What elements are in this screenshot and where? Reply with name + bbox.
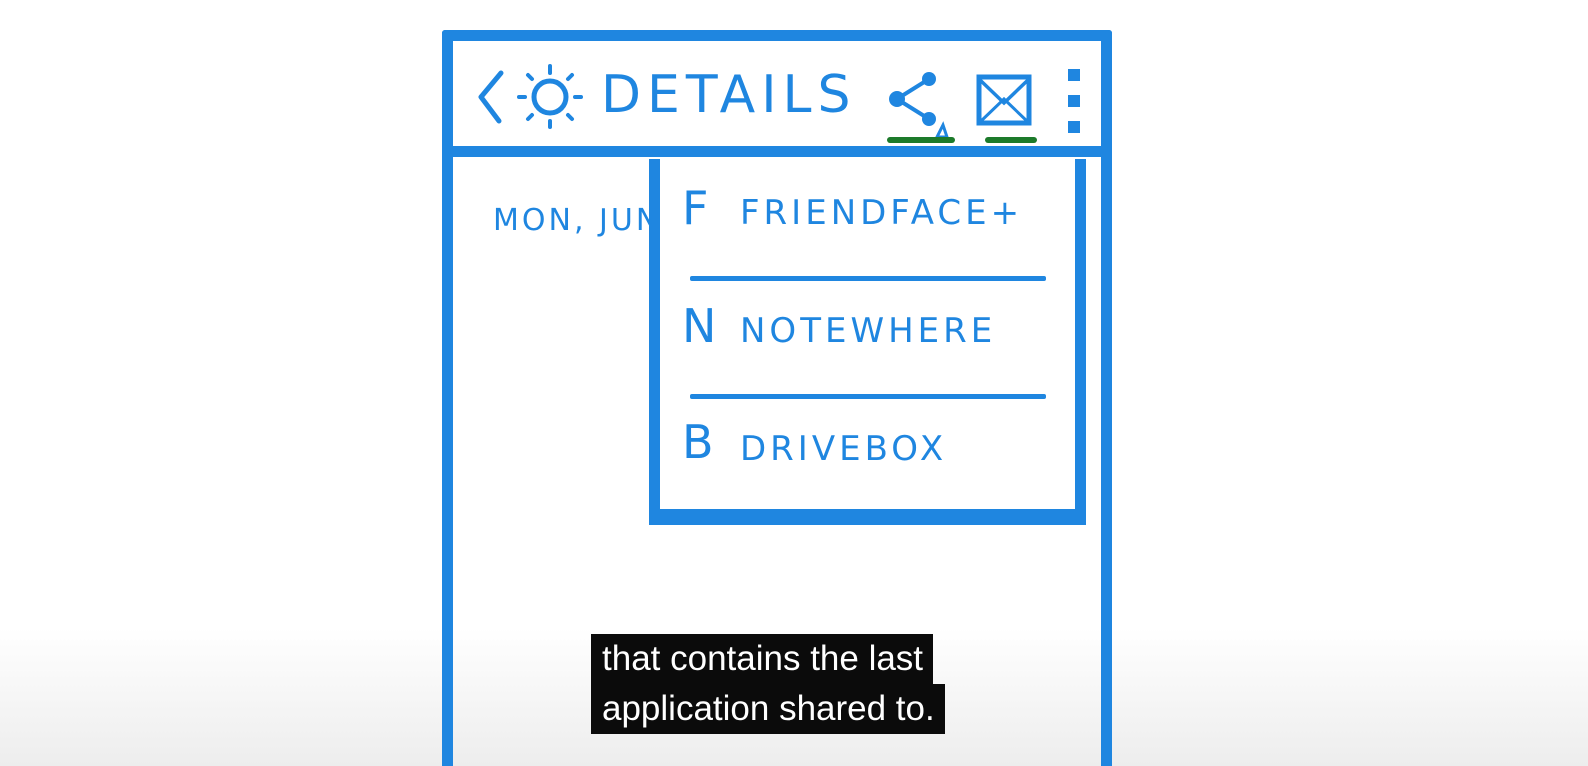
menu-item-label: NOTEWHERE [740, 311, 997, 351]
app-bar: DETAILS [453, 41, 1101, 157]
menu-item-label: FRIENDFACE+ [740, 193, 1024, 233]
friendface-app-icon: F [682, 181, 712, 235]
menu-item-drivebox[interactable]: B DRIVEBOX [660, 397, 1075, 514]
menu-item-notewhere[interactable]: N NOTEWHERE [660, 279, 1075, 396]
caption-line: application shared to. [591, 684, 945, 734]
back-icon[interactable] [475, 69, 505, 129]
drivebox-app-icon: B [682, 415, 717, 469]
menu-item-label: DRIVEBOX [740, 429, 948, 469]
menu-item-friendface[interactable]: F FRIENDFACE+ [660, 159, 1075, 276]
video-captions: that contains the last application share… [591, 634, 945, 734]
share-icon[interactable] [885, 69, 957, 149]
date-text: MON, JUN [493, 203, 662, 238]
video-frame: DETAILS MON, JUN F FRIENDFACE+ N NOTEWHE… [0, 0, 1588, 766]
share-menu: F FRIENDFACE+ N NOTEWHERE B DRIVEBOX [649, 159, 1086, 525]
sun-icon [515, 61, 585, 135]
more-vert-icon[interactable] [1065, 65, 1085, 141]
page-title: DETAILS [601, 65, 857, 125]
caption-line: that contains the last [591, 634, 934, 684]
notewhere-app-icon: N [682, 299, 720, 353]
mail-icon[interactable] [975, 73, 1041, 149]
